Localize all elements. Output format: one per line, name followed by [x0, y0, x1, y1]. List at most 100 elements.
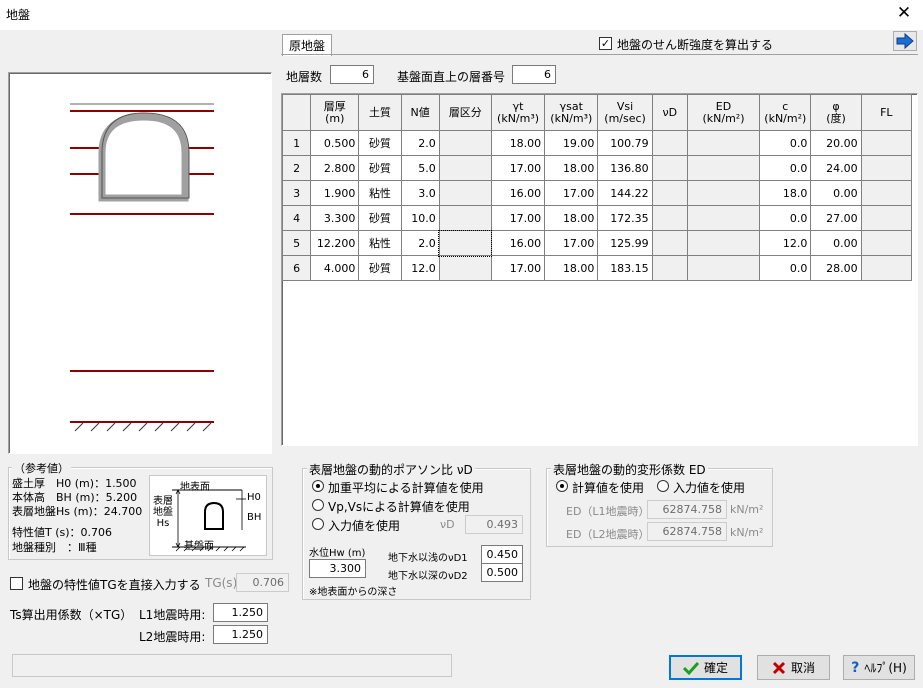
- cell-cohesion[interactable]: 12.0: [759, 230, 812, 256]
- cell-fl[interactable]: [860, 155, 913, 181]
- cell-nu-d[interactable]: [651, 155, 688, 181]
- cell-gamma-sat[interactable]: 17.00: [544, 230, 599, 256]
- nu-d2-input[interactable]: 0.500: [481, 563, 523, 582]
- cell-cohesion[interactable]: 0.0: [759, 130, 812, 156]
- cell-vsi[interactable]: 183.15: [597, 255, 653, 281]
- cell-nu-d[interactable]: [651, 205, 688, 231]
- layer-count-input[interactable]: 6: [330, 65, 374, 84]
- ts-l1-input[interactable]: 1.250: [213, 603, 268, 622]
- cell-phi[interactable]: 0.00: [810, 180, 862, 206]
- nu-d1-input[interactable]: 0.450: [481, 545, 523, 564]
- cell-gamma-sat[interactable]: 19.00: [544, 130, 599, 156]
- cell-vsi[interactable]: 144.22: [597, 180, 653, 206]
- cell-soil-type[interactable]: 砂質: [358, 130, 402, 156]
- cell-n-value[interactable]: 3.0: [400, 180, 440, 206]
- cell-thickness[interactable]: 3.300: [310, 205, 360, 231]
- close-button[interactable]: ✕: [893, 3, 915, 23]
- cell-layer-class[interactable]: [438, 155, 492, 181]
- cell-layer-class[interactable]: [438, 229, 493, 257]
- cell-soil-type[interactable]: 粘性: [358, 230, 402, 256]
- cell-vsi[interactable]: 125.99: [597, 230, 653, 256]
- cell-n-value[interactable]: 12.0: [400, 255, 440, 281]
- cell-gamma-t[interactable]: 17.00: [490, 205, 546, 231]
- cell-thickness[interactable]: 12.200: [310, 230, 360, 256]
- ed-calc-radio[interactable]: [556, 480, 568, 492]
- cell-ed[interactable]: [686, 130, 761, 156]
- cell-vsi[interactable]: 100.79: [597, 130, 653, 156]
- cell-n-value[interactable]: 2.0: [400, 230, 440, 256]
- cell-n-value[interactable]: 10.0: [400, 205, 440, 231]
- cell-n-value[interactable]: 5.0: [400, 155, 440, 181]
- poisson-option-weighted-radio[interactable]: [312, 480, 324, 492]
- water-level-input[interactable]: 3.300: [309, 559, 366, 578]
- ok-button[interactable]: 確定: [669, 655, 742, 680]
- cell-gamma-sat[interactable]: 18.00: [544, 205, 599, 231]
- cell-nu-d[interactable]: [651, 230, 688, 256]
- cell-nu-d[interactable]: [651, 180, 688, 206]
- next-arrow-button[interactable]: [893, 31, 917, 51]
- cell-cohesion[interactable]: 0.0: [759, 205, 812, 231]
- cell-ed[interactable]: [686, 155, 761, 181]
- cell-thickness[interactable]: 4.000: [310, 255, 360, 281]
- shear-strength-checkbox[interactable]: ✓: [599, 37, 612, 50]
- cell-gamma-t[interactable]: 17.00: [490, 155, 546, 181]
- cell-ed[interactable]: [686, 230, 761, 256]
- cell-gamma-t[interactable]: 18.00: [490, 130, 546, 156]
- cell-vsi[interactable]: 136.80: [597, 155, 653, 181]
- cell-phi[interactable]: 28.00: [810, 255, 862, 281]
- cell-gamma-t[interactable]: 16.00: [490, 180, 546, 206]
- cell-layer-class[interactable]: [438, 180, 492, 206]
- poisson-option-vpvs-radio[interactable]: [312, 499, 324, 511]
- cell-gamma-sat[interactable]: 17.00: [544, 180, 599, 206]
- cell-cohesion[interactable]: 18.0: [759, 180, 812, 206]
- cell-fl[interactable]: [860, 230, 913, 256]
- cell-phi[interactable]: 27.00: [810, 205, 862, 231]
- ed-input-radio[interactable]: [657, 480, 669, 492]
- nu-d-input[interactable]: 0.493: [465, 515, 523, 534]
- cell-soil-type[interactable]: 砂質: [358, 255, 402, 281]
- cell-fl[interactable]: [860, 130, 913, 156]
- window-title: 地盤: [6, 8, 31, 22]
- cell-cohesion[interactable]: 0.0: [759, 255, 812, 281]
- cell-phi[interactable]: 0.00: [810, 230, 862, 256]
- cell-layer-class[interactable]: [438, 205, 492, 231]
- cell-nu-d[interactable]: [651, 130, 688, 156]
- ts-l2-input[interactable]: 1.250: [213, 625, 268, 644]
- cell-soil-type[interactable]: 砂質: [358, 205, 402, 231]
- cell-fl[interactable]: [860, 255, 913, 281]
- tg-input[interactable]: 0.706: [236, 573, 289, 592]
- poisson-option-input-radio[interactable]: [312, 518, 324, 530]
- cell-fl[interactable]: [860, 205, 913, 231]
- cell-soil-type[interactable]: 砂質: [358, 155, 402, 181]
- cell-cohesion[interactable]: 0.0: [759, 155, 812, 181]
- cell-gamma-sat[interactable]: 18.00: [544, 155, 599, 181]
- cell-phi[interactable]: 24.00: [810, 155, 862, 181]
- cell-layer-class[interactable]: [438, 255, 492, 281]
- status-bar: [12, 654, 452, 677]
- cell-ed[interactable]: [686, 180, 761, 206]
- cell-thickness[interactable]: 0.500: [310, 130, 360, 156]
- cancel-button[interactable]: 取消: [757, 655, 830, 680]
- cell-gamma-sat[interactable]: 18.00: [544, 255, 599, 281]
- tab-original-ground[interactable]: 原地盤: [282, 34, 333, 56]
- cell-n-value[interactable]: 2.0: [400, 130, 440, 156]
- cell-ed[interactable]: [686, 205, 761, 231]
- ed-l1-input[interactable]: 62874.758: [647, 500, 727, 519]
- cell-soil-type[interactable]: 粘性: [358, 180, 402, 206]
- cell-layer-class[interactable]: [438, 130, 492, 156]
- help-button[interactable]: ? ﾍﾙﾌﾟ(H): [843, 655, 915, 680]
- cell-thickness[interactable]: 2.800: [310, 155, 360, 181]
- cell-gamma-t[interactable]: 16.00: [490, 230, 546, 256]
- base-layer-input[interactable]: 6: [512, 65, 556, 84]
- cell-fl[interactable]: [860, 180, 913, 206]
- cell-gamma-t[interactable]: 17.00: [490, 255, 546, 281]
- ed-l2-input[interactable]: 62874.758: [647, 522, 727, 541]
- table-row: 5 12.200 粘性 2.0 16.00 17.00 125.99 12.0 0.00: [281, 229, 913, 257]
- cell-phi[interactable]: 20.00: [810, 130, 862, 156]
- cell-vsi[interactable]: 172.35: [597, 205, 653, 231]
- cell-thickness[interactable]: 1.900: [310, 180, 360, 206]
- cell-ed[interactable]: [686, 255, 761, 281]
- direct-tg-checkbox[interactable]: [10, 577, 23, 590]
- cell-nu-d[interactable]: [651, 255, 688, 281]
- soil-layer-grid: 層厚 (m) 土質 N値 層区分 γt (kN/m³) γsat (kN/m³) Vs…: [281, 93, 918, 446]
